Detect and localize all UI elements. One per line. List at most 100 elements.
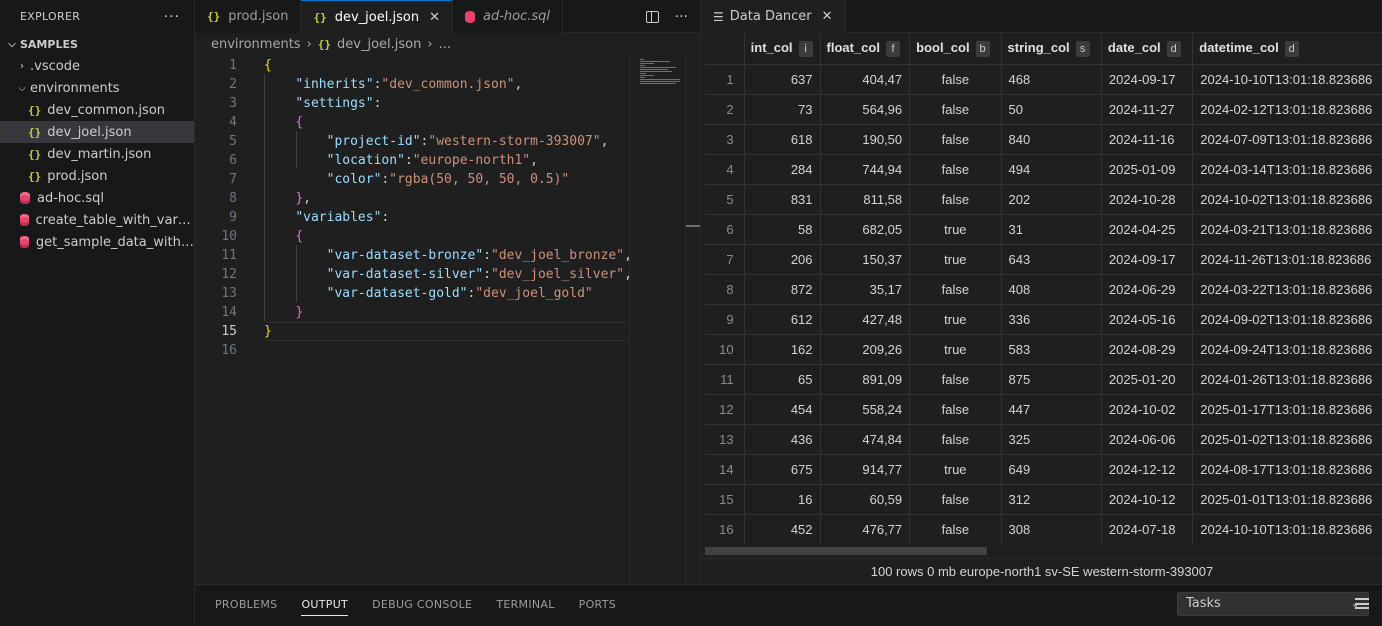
table-cell[interactable]: 35,17 <box>820 273 911 304</box>
table-cell[interactable]: 308 <box>1001 513 1102 544</box>
table-cell[interactable]: 336 <box>1001 303 1102 334</box>
table-cell[interactable]: false <box>909 393 1002 424</box>
table-row[interactable]: 8 872 35,17 false 408 2024-06-29 2024-03-22T13… <box>705 273 1382 304</box>
panel-tab-output[interactable]: OUTPUT <box>301 598 349 616</box>
table-cell[interactable]: 31 <box>1001 213 1102 244</box>
table-cell[interactable]: 2024-09-17 <box>1101 63 1194 94</box>
table-cell[interactable]: true <box>909 243 1002 274</box>
tree-item-dev-common-json[interactable]: {} dev_common.json <box>0 99 194 121</box>
table-cell[interactable]: 872 <box>744 273 821 304</box>
table-row[interactable]: 6 58 682,05 true 31 2024-04-25 2024-03-21T13:0… <box>705 213 1382 244</box>
table-cell[interactable]: 2024-06-29 <box>1101 273 1194 304</box>
table-row[interactable]: 4 284 744,94 false 494 2025-01-09 2024-03-14T1… <box>705 153 1382 184</box>
table-cell[interactable]: false <box>909 423 1002 454</box>
table-cell[interactable]: 2025-01-09 <box>1101 153 1194 184</box>
table-cell[interactable]: 2025-01-17T13:01:18.823686 <box>1192 393 1382 424</box>
table-row[interactable]: 1 637 404,47 false 468 2024-09-17 2024-10-10T1… <box>705 63 1382 94</box>
table-cell[interactable]: 494 <box>1001 153 1102 184</box>
split-editor-icon[interactable] <box>645 10 659 23</box>
table-cell[interactable]: 564,96 <box>820 93 911 124</box>
table-cell[interactable]: 2025-01-01T13:01:18.823686 <box>1192 483 1382 514</box>
table-row[interactable]: 10 162 209,26 true 583 2024-08-29 2024-09-24T1… <box>705 333 1382 364</box>
table-row[interactable]: 12 454 558,24 false 447 2024-10-02 2025-01-17T… <box>705 393 1382 424</box>
table-row[interactable]: 3 618 190,50 false 840 2024-11-16 2024-07-09T1… <box>705 123 1382 154</box>
table-cell[interactable]: 404,47 <box>820 63 911 94</box>
tree-item--vscode[interactable]: › .vscode <box>0 55 194 77</box>
table-cell[interactable]: 2024-03-22T13:01:18.823686 <box>1192 273 1382 304</box>
table-cell[interactable]: 162 <box>744 333 821 364</box>
table-cell[interactable]: true <box>909 213 1002 244</box>
column-header-float-col[interactable]: float_col f <box>820 34 911 64</box>
table-cell[interactable]: 2024-08-17T13:01:18.823686 <box>1192 453 1382 484</box>
table-cell[interactable]: true <box>909 333 1002 364</box>
editor-more-icon[interactable]: ··· <box>675 9 688 25</box>
more-actions-icon[interactable]: ··· <box>164 9 180 25</box>
table-cell[interactable]: 831 <box>744 183 821 214</box>
tasks-select[interactable]: Tasks ⌄ <box>1177 592 1369 616</box>
tree-item-environments[interactable]: ⌵ environments <box>0 77 194 99</box>
table-cell[interactable]: 811,58 <box>820 183 911 214</box>
table-cell[interactable]: 325 <box>1001 423 1102 454</box>
table-cell[interactable]: 2024-03-14T13:01:18.823686 <box>1192 153 1382 184</box>
table-cell[interactable]: 468 <box>1001 63 1102 94</box>
minimap[interactable] <box>629 55 685 584</box>
table-cell[interactable]: false <box>909 513 1002 544</box>
table-cell[interactable]: 452 <box>744 513 821 544</box>
table-cell[interactable]: 2024-03-21T13:01:18.823686 <box>1192 213 1382 244</box>
word-wrap-list-icon[interactable] <box>1355 598 1369 609</box>
table-cell[interactable]: 558,24 <box>820 393 911 424</box>
table-cell[interactable]: false <box>909 183 1002 214</box>
table-cell[interactable]: 682,05 <box>820 213 911 244</box>
table-cell[interactable]: 454 <box>744 393 821 424</box>
tab-data-dancer[interactable]: ☰ Data Dancer ✕ <box>701 0 846 33</box>
table-cell[interactable]: false <box>909 153 1002 184</box>
table-cell[interactable]: 675 <box>744 453 821 484</box>
table-cell[interactable]: 476,77 <box>820 513 911 544</box>
table-cell[interactable]: 427,48 <box>820 303 911 334</box>
table-cell[interactable]: 2024-11-27 <box>1101 93 1194 124</box>
panel-tab-problems[interactable]: PROBLEMS <box>215 598 277 611</box>
table-cell[interactable]: 60,59 <box>820 483 911 514</box>
table-cell[interactable]: 2024-04-25 <box>1101 213 1194 244</box>
table-cell[interactable]: 2024-05-16 <box>1101 303 1194 334</box>
table-cell[interactable]: 50 <box>1001 93 1102 124</box>
tab-ad-hoc-sql[interactable]: ad-hoc.sql <box>452 0 564 33</box>
column-header-bool-col[interactable]: bool_col b <box>909 34 1002 64</box>
column-header-int-col[interactable]: int_col i <box>744 34 821 64</box>
table-cell[interactable]: 190,50 <box>820 123 911 154</box>
table-cell[interactable]: true <box>909 303 1002 334</box>
table-cell[interactable]: 2024-11-26T13:01:18.823686 <box>1192 243 1382 274</box>
table-cell[interactable]: 436 <box>744 423 821 454</box>
table-cell[interactable]: 875 <box>1001 363 1102 394</box>
table-cell[interactable]: 2024-07-09T13:01:18.823686 <box>1192 123 1382 154</box>
table-cell[interactable]: 2024-07-18 <box>1101 513 1194 544</box>
table-cell[interactable]: 914,77 <box>820 453 911 484</box>
table-cell[interactable]: 312 <box>1001 483 1102 514</box>
table-cell[interactable]: false <box>909 93 1002 124</box>
folder-root-samples[interactable]: ⌵ SAMPLES <box>0 33 194 55</box>
table-cell[interactable]: true <box>909 453 1002 484</box>
tab-dev-joel-json[interactable]: {} dev_joel.json ✕ <box>301 0 453 33</box>
table-row[interactable]: 2 73 564,96 false 50 2024-11-27 2024-02-12T13:… <box>705 93 1382 124</box>
table-cell[interactable]: 408 <box>1001 273 1102 304</box>
table-cell[interactable]: 2024-10-02T13:01:18.823686 <box>1192 183 1382 214</box>
breadcrumb-folder[interactable]: environments <box>211 37 301 52</box>
table-cell[interactable]: 612 <box>744 303 821 334</box>
panel-tab-terminal[interactable]: TERMINAL <box>496 598 554 611</box>
table-cell[interactable]: 2024-10-02 <box>1101 393 1194 424</box>
table-row[interactable]: 16 452 476,77 false 308 2024-07-18 2024-10-10T… <box>705 513 1382 544</box>
table-cell[interactable]: 73 <box>744 93 821 124</box>
table-cell[interactable]: 2024-09-24T13:01:18.823686 <box>1192 333 1382 364</box>
horizontal-scrollbar[interactable] <box>705 546 1382 556</box>
table-row[interactable]: 7 206 150,37 true 643 2024-09-17 2024-11-26T13… <box>705 243 1382 274</box>
table-row[interactable]: 9 612 427,48 true 336 2024-05-16 2024-09-02T13… <box>705 303 1382 334</box>
table-cell[interactable]: 209,26 <box>820 333 911 364</box>
tree-item-dev-joel-json[interactable]: {} dev_joel.json <box>0 121 194 143</box>
table-cell[interactable]: false <box>909 63 1002 94</box>
table-cell[interactable]: false <box>909 483 1002 514</box>
table-cell[interactable]: 744,94 <box>820 153 911 184</box>
table-cell[interactable]: false <box>909 273 1002 304</box>
table-row[interactable]: 15 16 60,59 false 312 2024-10-12 2025-01-01T13… <box>705 483 1382 514</box>
panel-tab-ports[interactable]: PORTS <box>579 598 616 611</box>
table-cell[interactable]: 2024-10-12 <box>1101 483 1194 514</box>
